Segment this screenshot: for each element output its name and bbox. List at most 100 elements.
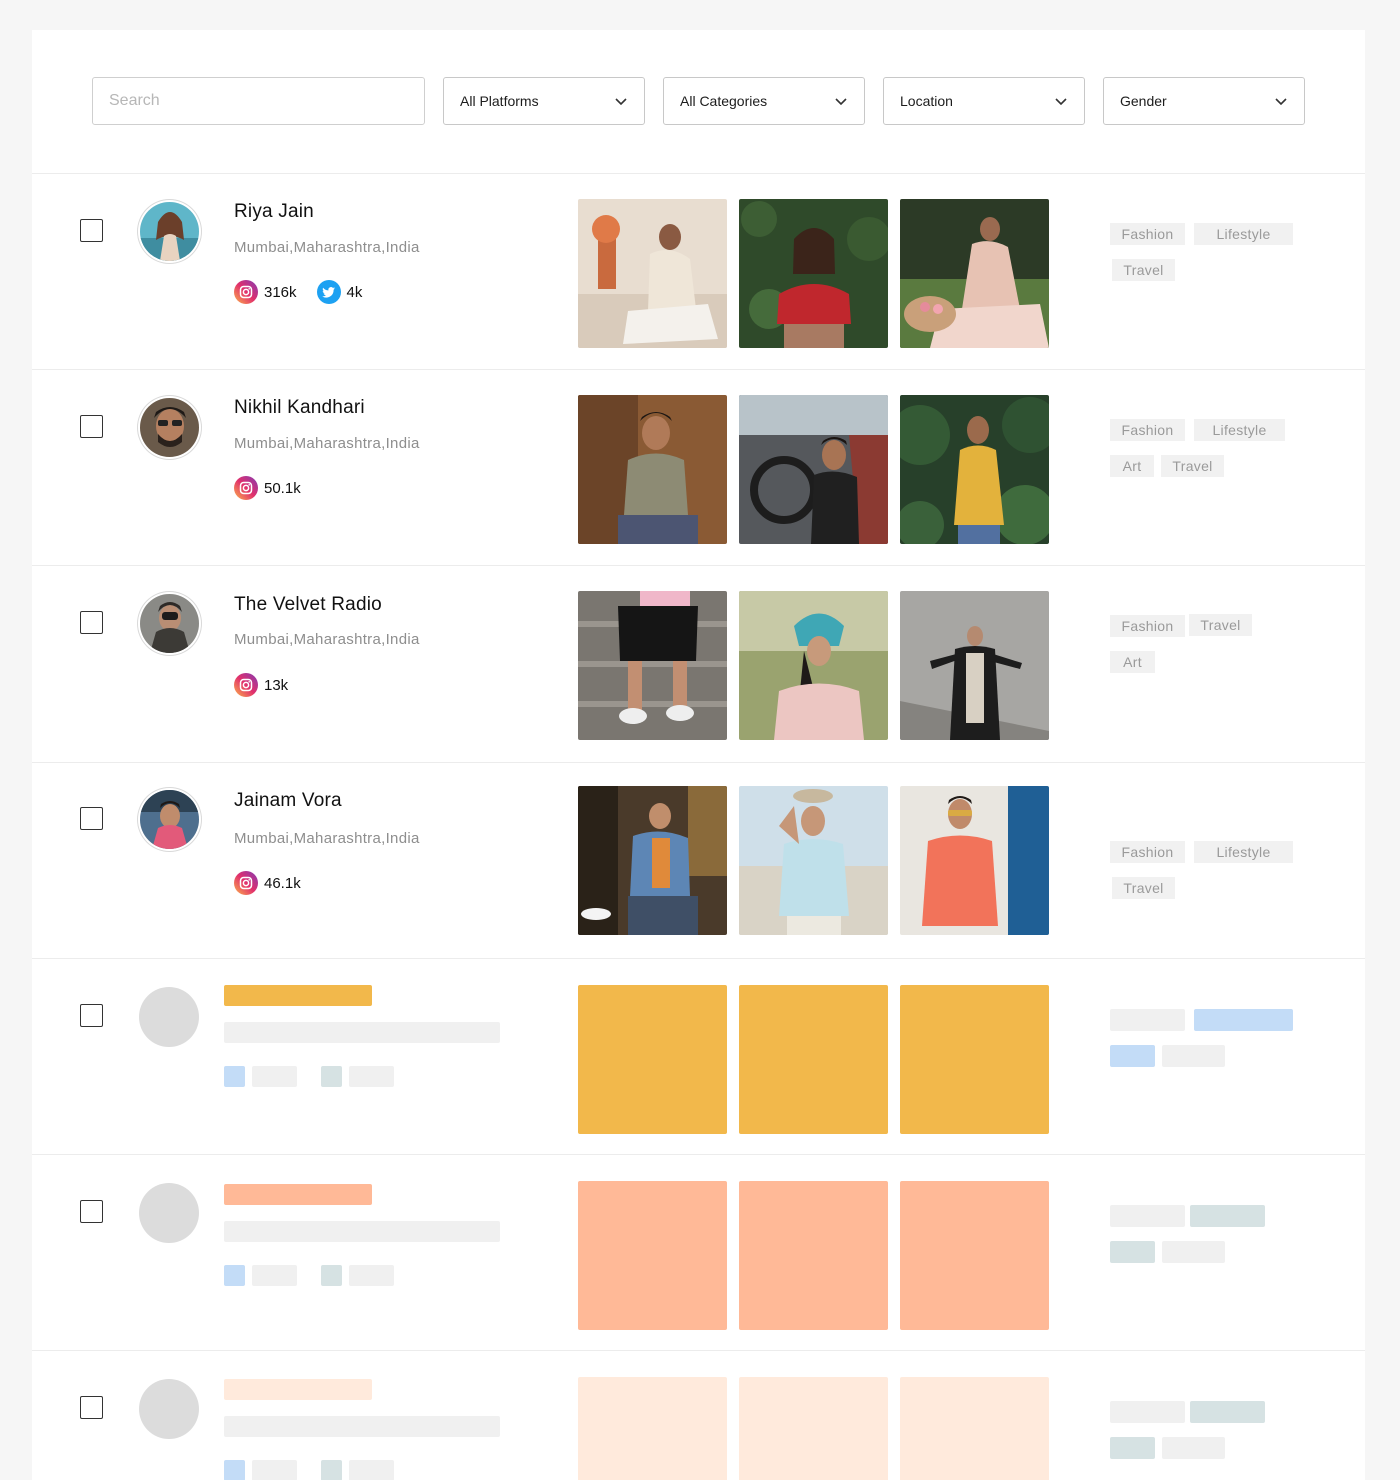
chevron-down-icon [1055,98,1067,106]
location-select-label: Location [900,93,953,109]
instagram-count: 316k [264,283,297,301]
name-placeholder [224,1184,372,1205]
platform-select[interactable]: All Platforms [443,77,645,125]
tag-placeholder [1110,1401,1185,1423]
category-tag: Lifestyle [1194,419,1285,441]
post-placeholder [578,985,727,1134]
influencer-name[interactable]: The Velvet Radio [234,594,382,616]
tag-placeholder [1110,1437,1155,1459]
post-placeholder [900,1377,1049,1480]
category-tag: Travel [1189,614,1252,636]
stat-icon-placeholder [321,1265,342,1286]
stat-icon-placeholder [321,1066,342,1087]
category-tag: Fashion [1110,615,1185,637]
category-tag: Art [1110,651,1155,673]
instagram-icon [234,871,258,895]
influencer-row[interactable]: The Velvet Radio Mumbai,Maharashtra,Indi… [32,565,1365,761]
loading-row [32,1350,1365,1480]
instagram-count: 46.1k [264,874,301,892]
row-checkbox[interactable] [80,219,103,242]
follower-stats: 13k [234,673,308,697]
tag-placeholder [1162,1045,1225,1067]
post-thumbnail[interactable] [739,199,888,348]
instagram-stat: 316k [234,280,297,304]
search-input[interactable] [92,77,425,125]
category-tag: Travel [1161,455,1224,477]
post-placeholder [578,1377,727,1480]
influencer-row[interactable]: Nikhil Kandhari Mumbai,Maharashtra,India… [32,369,1365,565]
post-placeholder [578,1181,727,1330]
instagram-stat: 50.1k [234,476,301,500]
influencer-location: Mumbai,Maharashtra,India [234,239,420,256]
avatar-placeholder [139,1183,199,1243]
row-checkbox[interactable] [80,611,103,634]
tag-placeholder [1162,1437,1225,1459]
avatar [140,790,199,849]
row-checkbox[interactable] [80,1004,103,1027]
influencer-row[interactable]: Riya Jain Mumbai,Maharashtra,India 316k … [32,173,1365,369]
gender-select[interactable]: Gender [1103,77,1305,125]
name-placeholder [224,1379,372,1400]
post-thumbnail[interactable] [900,199,1049,348]
stat-count-placeholder [252,1460,297,1480]
post-thumbnail[interactable] [578,395,727,544]
stat-icon-placeholder [224,1460,245,1480]
stat-count-placeholder [349,1066,394,1087]
influencer-name[interactable]: Riya Jain [234,201,314,223]
influencer-list-panel: All Platforms All Categories Location Ge… [32,30,1365,1480]
post-thumbnail[interactable] [739,395,888,544]
follower-stats: 316k 4k [234,280,382,304]
category-tag: Fashion [1110,223,1185,245]
tag-placeholder [1194,1009,1293,1031]
post-thumbnail[interactable] [900,786,1049,935]
tag-placeholder [1110,1205,1185,1227]
post-thumbnail[interactable] [578,591,727,740]
category-tag: Travel [1112,877,1175,899]
tag-placeholder [1110,1045,1155,1067]
influencer-name[interactable]: Nikhil Kandhari [234,397,365,419]
post-thumbnail[interactable] [900,591,1049,740]
post-placeholder [739,1181,888,1330]
row-checkbox[interactable] [80,415,103,438]
loading-row [32,1154,1365,1350]
follower-stats: 46.1k [234,871,321,895]
post-thumbnail[interactable] [578,786,727,935]
instagram-count: 50.1k [264,479,301,497]
category-tag: Fashion [1110,841,1185,863]
post-placeholder [739,985,888,1134]
twitter-icon [316,280,341,304]
follower-stats: 50.1k [234,476,321,500]
row-checkbox[interactable] [80,807,103,830]
post-thumbnail[interactable] [739,591,888,740]
location-select[interactable]: Location [883,77,1085,125]
tag-placeholder [1190,1205,1265,1227]
stat-count-placeholder [252,1066,297,1087]
row-checkbox[interactable] [80,1200,103,1223]
influencer-row[interactable]: Jainam Vora Mumbai,Maharashtra,India 46.… [32,762,1365,958]
category-select[interactable]: All Categories [663,77,865,125]
tag-placeholder [1162,1241,1225,1263]
stat-icon-placeholder [224,1265,245,1286]
post-placeholder [900,985,1049,1134]
post-thumbnail[interactable] [578,199,727,348]
tag-placeholder [1190,1401,1265,1423]
post-thumbnail[interactable] [900,395,1049,544]
influencer-name[interactable]: Jainam Vora [234,790,342,812]
stat-icon-placeholder [321,1460,342,1480]
gender-select-label: Gender [1120,93,1167,109]
category-tag: Travel [1112,259,1175,281]
category-tag: Art [1110,455,1154,477]
instagram-icon [234,476,258,500]
tag-placeholder [1110,1009,1185,1031]
instagram-icon [234,280,258,304]
row-checkbox[interactable] [80,1396,103,1419]
category-tag: Lifestyle [1194,841,1293,863]
post-thumbnail[interactable] [739,786,888,935]
chevron-down-icon [835,98,847,106]
location-placeholder [224,1221,500,1242]
influencer-location: Mumbai,Maharashtra,India [234,435,420,452]
instagram-icon [234,673,258,697]
avatar-placeholder [139,987,199,1047]
instagram-count: 13k [264,676,289,694]
twitter-count: 4k [346,283,363,301]
